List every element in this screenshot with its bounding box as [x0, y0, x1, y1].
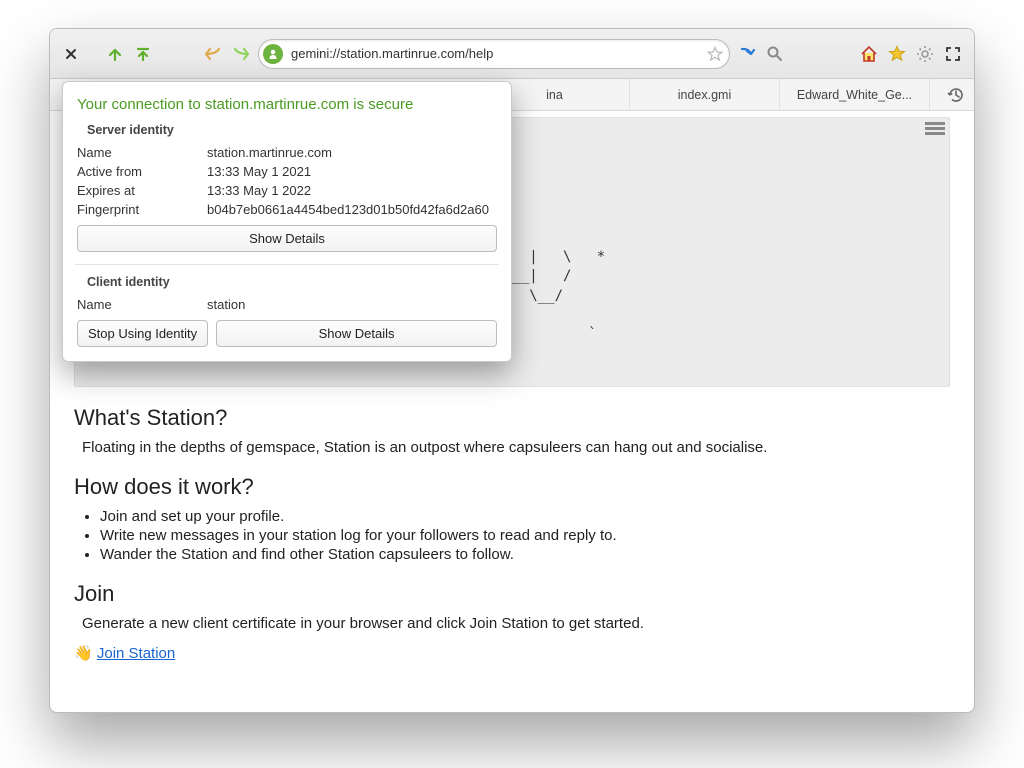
bookmark-star-icon[interactable]: [886, 43, 908, 65]
client-show-details-button[interactable]: Show Details: [216, 320, 497, 347]
paragraph-join: Generate a new client certificate in you…: [82, 615, 950, 632]
home-icon[interactable]: [858, 43, 880, 65]
how-list: Join and set up your profile. Write new …: [82, 508, 950, 563]
heading-how: How does it work?: [74, 474, 950, 500]
search-icon[interactable]: [764, 43, 786, 65]
server-fingerprint-label: Fingerprint: [77, 202, 207, 217]
join-link-row: 👋 Join Station: [74, 644, 950, 662]
toolbar: [50, 29, 974, 79]
client-name-value: station: [207, 297, 497, 312]
client-identity-heading: Client identity: [87, 275, 497, 289]
history-icon[interactable]: [938, 79, 974, 110]
list-item: Wander the Station and find other Statio…: [100, 546, 950, 563]
list-item: Write new messages in your station log f…: [100, 527, 950, 544]
heading-join: Join: [74, 581, 950, 607]
tab-2[interactable]: index.gmi: [630, 79, 780, 110]
tab-3[interactable]: Edward_White_Ge...: [780, 79, 930, 110]
popover-title: Your connection to station.martinrue.com…: [77, 96, 497, 113]
server-name-value: station.martinrue.com: [207, 145, 497, 160]
download-icon[interactable]: [736, 43, 758, 65]
server-show-details-button[interactable]: Show Details: [77, 225, 497, 252]
url-bar[interactable]: [258, 39, 730, 69]
client-name-label: Name: [77, 297, 207, 312]
server-active-label: Active from: [77, 164, 207, 179]
site-identity-icon[interactable]: [263, 44, 283, 64]
server-expires-label: Expires at: [77, 183, 207, 198]
server-name-label: Name: [77, 145, 207, 160]
server-fingerprint-value: b04b7eb0661a4454bed123d01b50fd42fa6d2a60: [207, 202, 497, 217]
wave-emoji-icon: 👋: [74, 645, 93, 662]
stop-using-identity-button[interactable]: Stop Using Identity: [77, 320, 208, 347]
forward-icon[interactable]: [230, 43, 252, 65]
hamburger-icon[interactable]: [925, 122, 945, 138]
paragraph-what: Floating in the depths of gemspace, Stat…: [82, 439, 950, 456]
divider: [75, 264, 499, 265]
url-input[interactable]: [289, 45, 701, 62]
server-active-value: 13:33 May 1 2021: [207, 164, 497, 179]
back-icon[interactable]: [202, 43, 224, 65]
star-outline-icon[interactable]: [707, 46, 723, 62]
server-expires-value: 13:33 May 1 2022: [207, 183, 497, 198]
server-identity-heading: Server identity: [87, 123, 497, 137]
fullscreen-icon[interactable]: [942, 43, 964, 65]
browser-window: ina index.gmi Edward_White_Ge... * _____…: [49, 28, 975, 713]
upload-up-icon[interactable]: [104, 43, 126, 65]
upload-top-icon[interactable]: [132, 43, 154, 65]
join-station-link[interactable]: Join Station: [97, 645, 175, 662]
close-icon[interactable]: [60, 43, 82, 65]
site-identity-popover: Your connection to station.martinrue.com…: [62, 81, 512, 362]
list-item: Join and set up your profile.: [100, 508, 950, 525]
gear-icon[interactable]: [914, 43, 936, 65]
heading-what: What's Station?: [74, 405, 950, 431]
